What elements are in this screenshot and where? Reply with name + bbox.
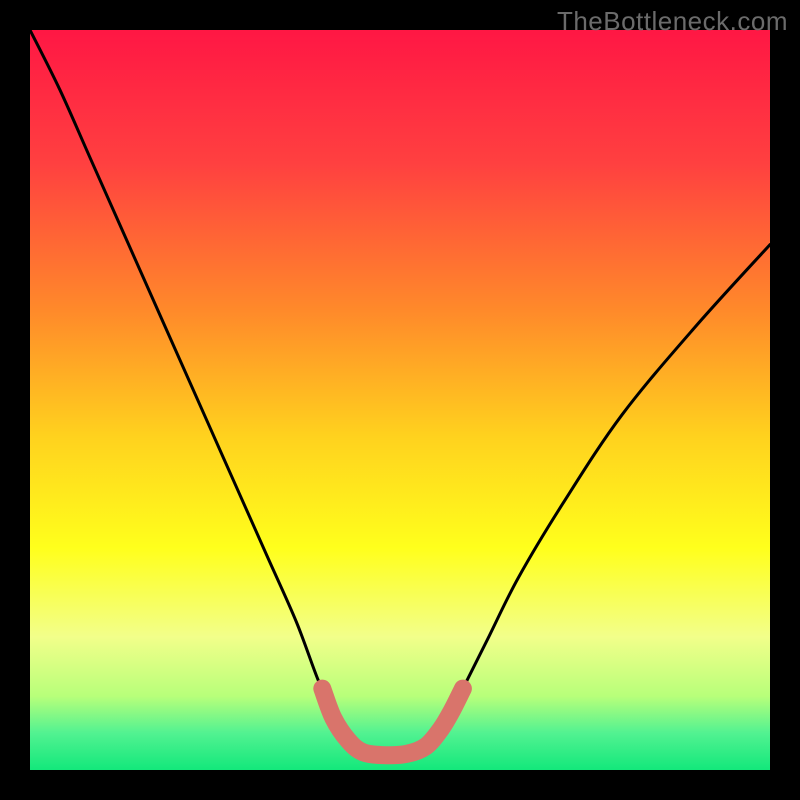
watermark-text: TheBottleneck.com (557, 6, 788, 37)
plot-area (30, 30, 770, 770)
gradient-background (30, 30, 770, 770)
chart-frame: TheBottleneck.com (0, 0, 800, 800)
chart-svg (30, 30, 770, 770)
